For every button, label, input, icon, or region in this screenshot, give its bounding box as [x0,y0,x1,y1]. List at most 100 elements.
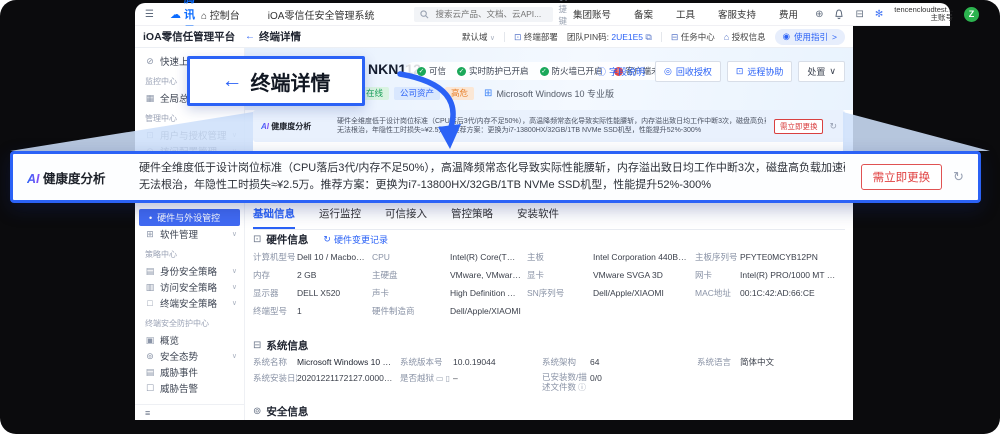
ai-health-callout: AI 健康度分析 硬件全维度低于设计岗位标准（CPU落后3代/内存不足50%），… [10,151,981,203]
badge-firewall: ✓ 防火墙已开启 [540,65,603,77]
hardware-info-grid: 计算机型号Dell 10 / MacbookPro 2020 / Xi... C… [253,248,847,320]
tab-runtime-monitor[interactable]: 运行监控 [319,206,361,229]
bullet-icon: • [149,213,152,223]
badge-trusted: ✓ 可信 [417,65,446,77]
ai-logo-large: AI 健康度分析 [27,168,139,187]
refresh-icon[interactable]: ↻ [829,121,837,132]
shield-check-icon: ✓ [417,67,426,76]
sidebar-item-hardware-peripheral[interactable]: • 硬件与外设管控 [139,209,240,226]
sidebar-item-access-policy[interactable]: ▥ 访问安全策略 ∨ [135,279,244,295]
shield-check-icon: ✓ [457,67,466,76]
field-help-link[interactable]: ⓘ 字段说明 [597,65,645,78]
sidebar-item-overview[interactable]: ▣ 概览 [135,332,244,348]
menu-billing[interactable]: 费用 [779,7,798,21]
refresh-icon: ↻ [323,234,331,245]
chevron-down-icon: ∨ [232,352,237,360]
mini-program-icon[interactable]: ⊟ [855,9,863,20]
hamburger-menu-icon[interactable]: ☰ [145,9,154,20]
sidebar-item-threat-events[interactable]: ▤ 威胁事件 [135,364,244,380]
globe-icon[interactable]: ⊕ [815,9,823,20]
sidebar-item-terminal-policy[interactable]: □ 终端安全策略 ∨ [135,295,244,311]
tab-trusted-access[interactable]: 可信接入 [385,206,427,229]
jailbreak-label: 是否越狱▭▯ [400,370,453,393]
sidebar-item-software[interactable]: ⊞ 软件管理 ∨ [135,226,244,242]
assistant-icon[interactable]: ✻ [875,9,883,20]
console-link[interactable]: ⌂ 控制台 [201,7,240,22]
sidebar-collapse-button[interactable]: ≡ [135,404,254,420]
dispose-dropdown[interactable]: 处置 ∨ [798,61,845,82]
quickstart-icon: ⊘ [145,56,155,67]
license-link[interactable]: ⌂ 授权信息 [724,31,766,43]
sidebar-item-identity-policy[interactable]: ▤ 身份安全策略 ∨ [135,263,244,279]
system-icon: ⊟ [253,340,261,351]
guide-button[interactable]: ◉ 使用指引 > [775,29,845,45]
menu-group-account[interactable]: 集团账号 [573,7,611,21]
system-info-grid: 系统名称Microsoft Windows 10 专业版 系统版本号10.0.1… [253,354,847,393]
chevron-down-icon: ∨ [232,131,237,139]
os-info: ⊞ Microsoft Windows 10 专业版 [484,87,614,100]
user-icon: ⊡ [145,130,155,141]
account-type: 主账号 [894,14,953,23]
refresh-icon-large[interactable]: ↻ [953,169,964,185]
tab-installed-software[interactable]: 安装软件 [517,206,559,229]
ai-gradient-text: AI [261,122,269,131]
team-pin: 团队PIN码: 2UE1E5 ⧉ [567,31,652,43]
monitor-icon: ⊡ [736,66,744,77]
replace-now-button-large[interactable]: 需立即更换 [861,164,943,190]
task-icon: ⊟ [671,32,679,42]
copy-icon[interactable]: ⧉ [645,32,651,42]
access-icon: ▥ [145,282,155,293]
chevron-down-icon: ∨ [232,299,237,307]
tab-basic-info[interactable]: 基础信息 [253,206,295,229]
divider [504,32,505,42]
ai-health-banner: AI 健康度分析 硬件全维度低于设计岗位标准（CPU落后3代/内存不足50%），… [253,110,845,142]
arrow-left-icon: ← [222,69,243,93]
security-section-header: ⊚ 安全信息 [253,404,308,419]
search-input[interactable] [433,8,547,20]
deploy-icon: ⊡ [514,32,522,42]
menu-beian[interactable]: 备案 [634,7,653,21]
back-arrow-icon[interactable]: ← [245,31,255,42]
grid-icon: ▦ [145,93,155,104]
deploy-link[interactable]: ⊡ 终端部署 [514,31,558,43]
menu-tools[interactable]: 工具 [676,7,695,21]
top-bar: ☰ ☁ 腾讯云 ⌂ 控制台 iOA零信任安全管理系统 快捷键 / 集团账号 备案… [135,3,950,26]
breadcrumb: 终端详情 [259,29,301,44]
platform-title: iOA零信任管理平台 [143,29,245,44]
home-icon: ⌂ [201,11,207,22]
identity-icon: ▤ [145,266,155,277]
hardware-change-log-link[interactable]: ↻ 硬件变更记录 [323,233,388,246]
terminal-icon: □ [145,298,155,308]
avatar[interactable]: Z [964,7,979,22]
windows-icon: ⊞ [484,88,492,99]
bell-icon[interactable] [834,9,844,20]
hardware-section-header: ⊡ 硬件信息 ↻ 硬件变更记录 [253,232,388,247]
menu-support[interactable]: 客服支持 [718,7,756,21]
sidebar-item-threat-alerts[interactable]: ☐ 威胁告警 [135,380,244,396]
account-info[interactable]: tencencloudtest... 主账号 [894,6,953,23]
remote-assist-button[interactable]: ⊡ 远程协助 [727,61,793,82]
ai-gradient-text: AI [27,172,40,186]
sidebar-item-security-posture[interactable]: ⊚ 安全态势 ∨ [135,348,244,364]
posture-icon: ⊚ [145,351,155,362]
info-icon: ⓘ [597,65,606,78]
license-icon: ⌂ [724,32,729,42]
software-icon: ⊞ [145,229,155,240]
product-name: iOA零信任安全管理系统 [268,7,375,22]
tab-control-policy[interactable]: 管控策略 [451,206,493,229]
threat-event-icon: ▤ [145,367,155,378]
recycle-license-button[interactable]: ◎ 回收授权 [655,61,721,82]
badge-realtime-protection: ✓ 实时防护已开启 [457,65,529,77]
region-selector[interactable]: 默认域 ∨ [462,31,495,43]
task-center-link[interactable]: ⊟ 任务中心 [671,31,715,43]
phone-icon: ▯ [446,374,450,383]
tag-company-asset: 公司资产 [394,87,440,100]
terminal-detail-callout-label: ← 终端详情 [187,56,365,106]
search-box[interactable] [414,7,553,22]
sidebar-section-protection: 终端安全防护中心 [145,318,244,329]
sidebar-item-user-auth[interactable]: ⊡ 用户与授权管理 ∨ [135,127,244,143]
chevron-down-icon: ∨ [232,267,237,275]
replace-now-button[interactable]: 需立即更换 [774,119,824,134]
search-icon [420,10,429,19]
sidebar-section-policy: 策略中心 [145,249,244,260]
